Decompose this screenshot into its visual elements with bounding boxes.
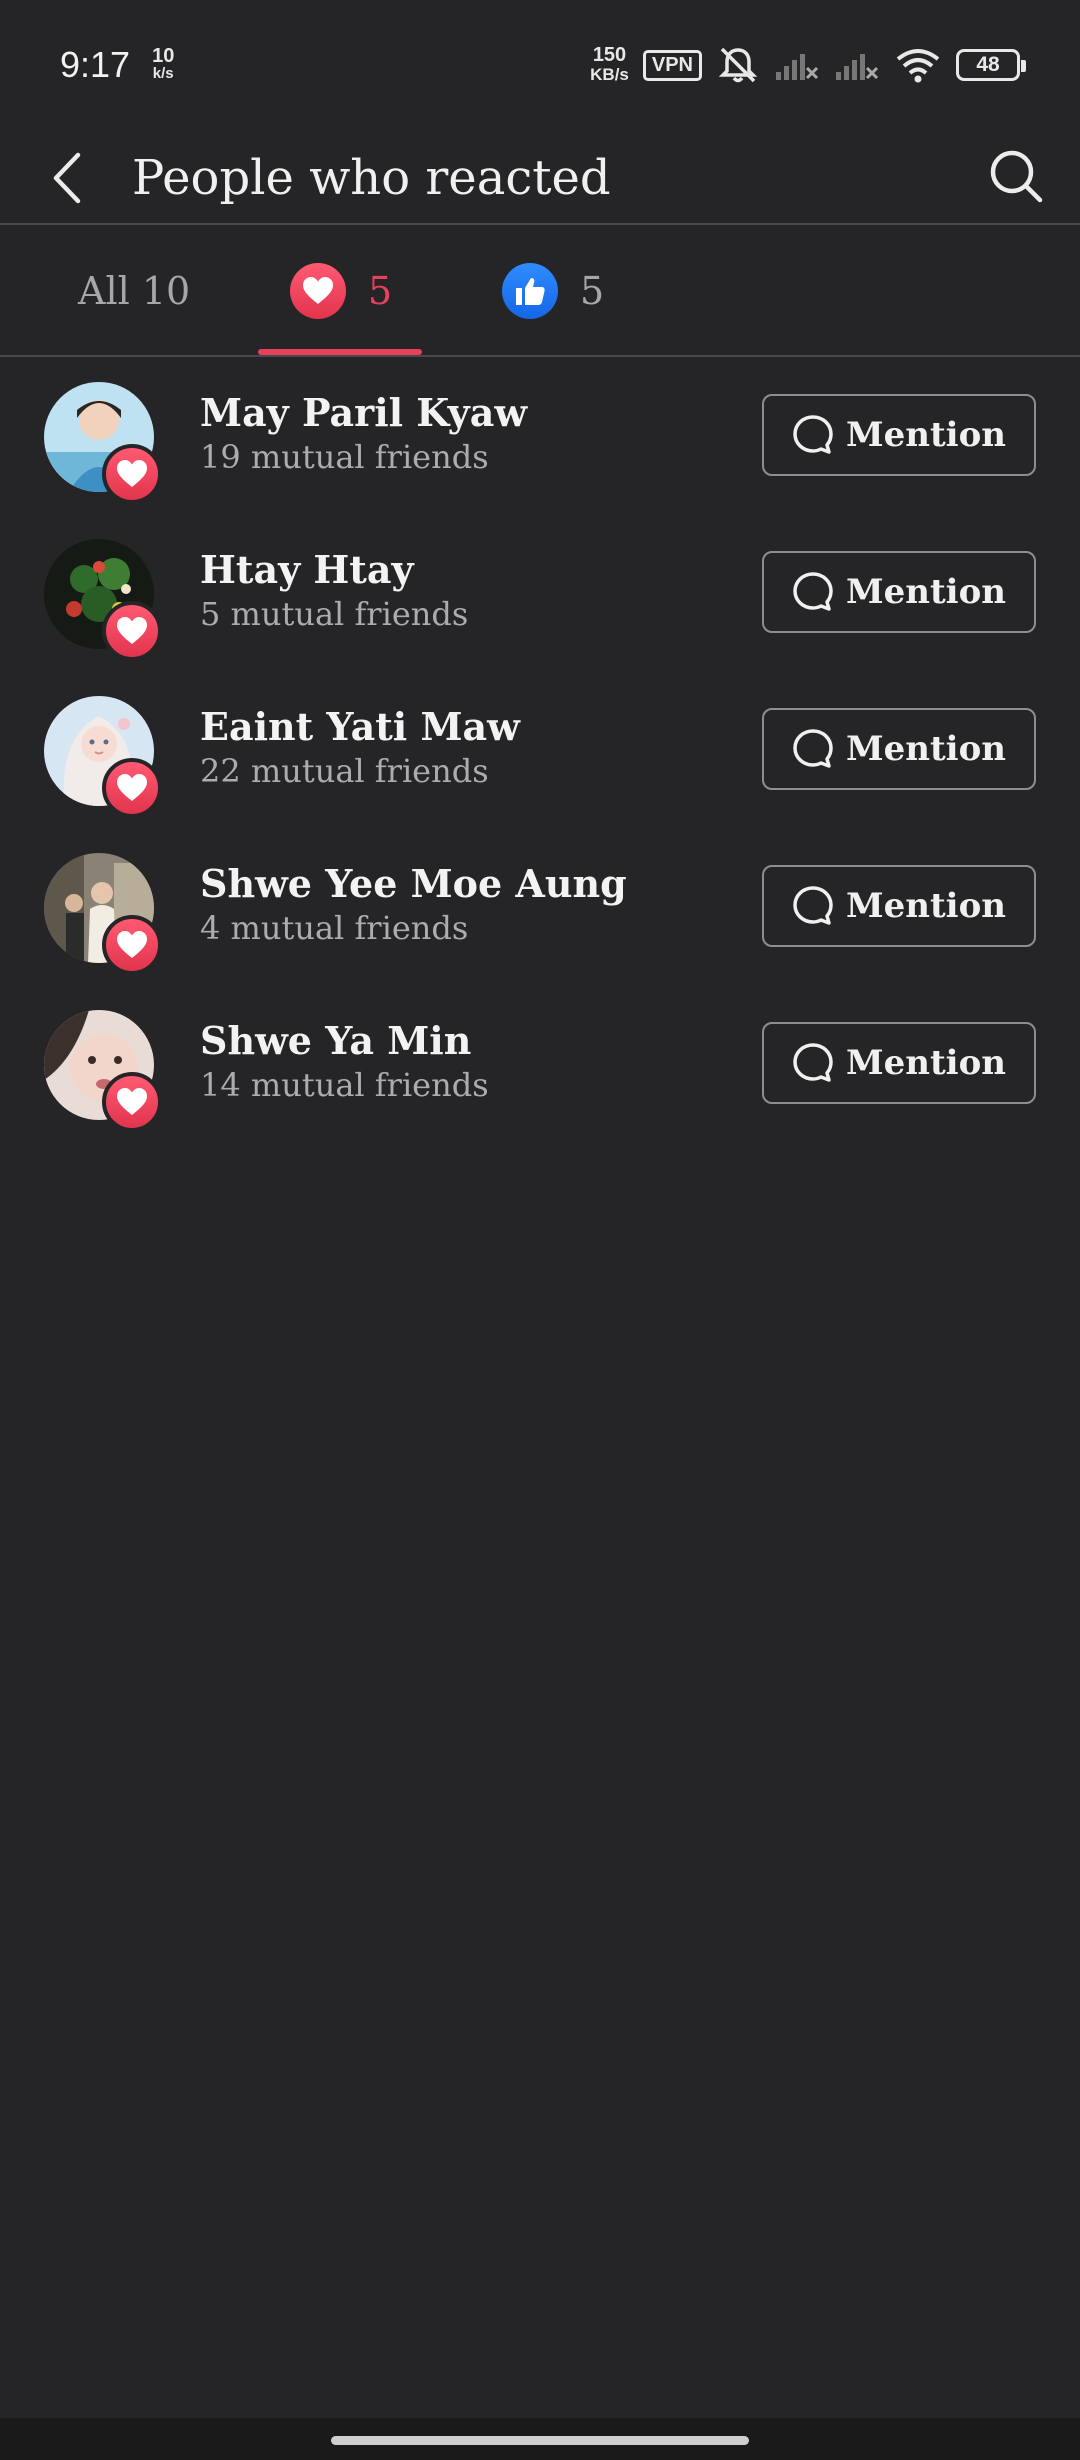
reactors-list: May Paril Kyaw 19 mutual friends Mention [0, 356, 1080, 1141]
tab-all[interactable]: All 10 [78, 226, 190, 356]
person-name[interactable]: Shwe Ya Min [200, 1018, 471, 1063]
tab-love[interactable]: 5 [290, 226, 392, 356]
mention-button[interactable]: Mention [762, 708, 1036, 790]
mutual-friends-count: 4 mutual friends [200, 909, 469, 947]
battery-icon: 48 [956, 49, 1026, 81]
list-item[interactable]: May Paril Kyaw 19 mutual friends Mention [0, 356, 1080, 513]
chat-bubble-icon [793, 729, 833, 768]
status-bar: 9:17 10 k/s 150 KB/s VPN 48 [0, 0, 1080, 130]
tab-like-count: 5 [580, 269, 605, 313]
mention-button[interactable]: Mention [762, 865, 1036, 947]
person-name[interactable]: Eaint Yati Maw [200, 704, 520, 749]
list-item[interactable]: Eaint Yati Maw 22 mutual friends Mention [0, 670, 1080, 827]
list-item[interactable]: Shwe Yee Moe Aung 4 mutual friends Menti… [0, 827, 1080, 984]
love-reaction-icon [290, 263, 346, 319]
mute-bell-icon [718, 47, 758, 83]
love-reaction-badge-icon [102, 444, 162, 504]
search-button[interactable] [978, 138, 1054, 214]
header-divider [0, 223, 1080, 225]
back-arrow-icon [53, 152, 81, 204]
signal-icon [776, 54, 819, 80]
person-name[interactable]: May Paril Kyaw [200, 390, 527, 435]
list-item[interactable]: Htay Htay 5 mutual friends Mention [0, 513, 1080, 670]
vpn-icon: VPN [642, 49, 702, 81]
mutual-friends-count: 14 mutual friends [200, 1066, 489, 1104]
mutual-friends-count: 19 mutual friends [200, 438, 489, 476]
wifi-icon [896, 49, 940, 83]
back-button[interactable] [42, 150, 92, 206]
love-reaction-badge-icon [102, 601, 162, 661]
chat-bubble-icon [793, 415, 833, 454]
tab-all-label: All 10 [78, 269, 191, 313]
person-name[interactable]: Htay Htay [200, 547, 414, 592]
list-item[interactable]: Shwe Ya Min 14 mutual friends Mention [0, 984, 1080, 1141]
mutual-friends-count: 5 mutual friends [200, 595, 469, 633]
mutual-friends-count: 22 mutual friends [200, 752, 489, 790]
chat-bubble-icon [793, 572, 833, 611]
mention-button[interactable]: Mention [762, 394, 1036, 476]
tab-like[interactable]: 5 [502, 226, 604, 356]
network-speed-indicator-right: 150 KB/s [590, 44, 629, 84]
mention-button[interactable]: Mention [762, 551, 1036, 633]
person-name[interactable]: Shwe Yee Moe Aung [200, 861, 627, 906]
reaction-tabs: All 10 5 5 [0, 226, 1080, 356]
signal-icon [836, 54, 879, 80]
page-title: People who reacted [132, 150, 611, 206]
search-icon [990, 150, 1043, 203]
chat-bubble-icon [793, 1043, 833, 1082]
love-reaction-badge-icon [102, 1072, 162, 1132]
tab-love-count: 5 [368, 269, 393, 313]
chat-bubble-icon [793, 886, 833, 925]
home-gesture-handle[interactable] [331, 2436, 749, 2445]
love-reaction-badge-icon [102, 915, 162, 975]
mention-button[interactable]: Mention [762, 1022, 1036, 1104]
header: People who reacted [0, 130, 1080, 224]
like-reaction-icon [502, 263, 558, 319]
network-speed-indicator: 10 k/s [152, 45, 175, 82]
status-time: 9:17 [60, 44, 131, 85]
love-reaction-badge-icon [102, 758, 162, 818]
